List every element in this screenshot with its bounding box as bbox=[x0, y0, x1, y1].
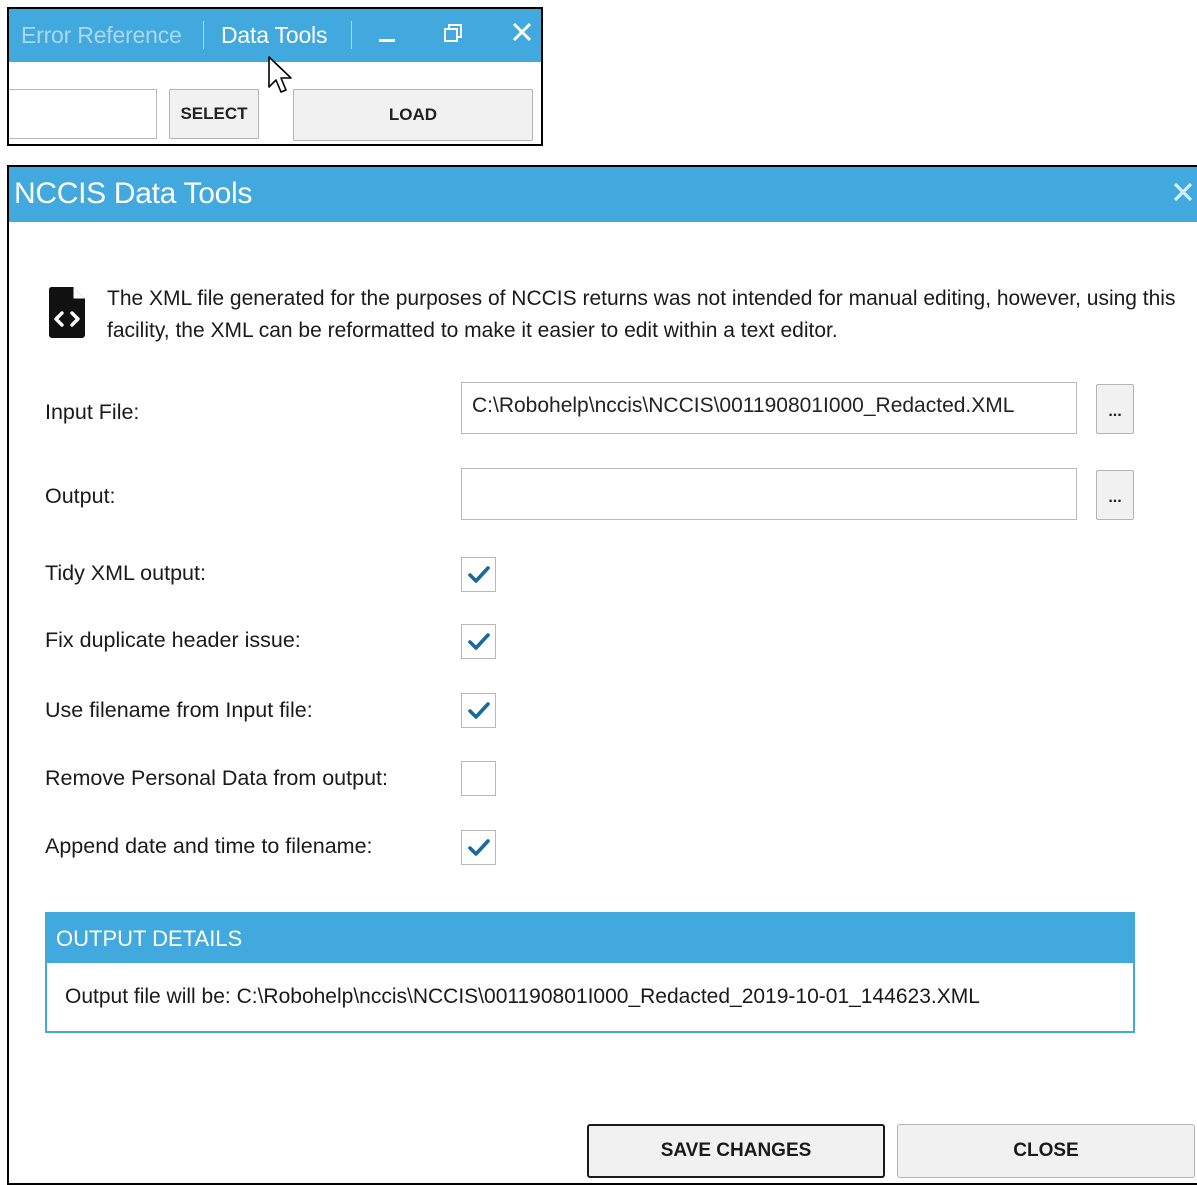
fix-duplicate-header-checkbox[interactable] bbox=[461, 624, 496, 659]
input-file-browse-button[interactable]: ... bbox=[1096, 384, 1134, 434]
dialog-close-icon[interactable] bbox=[1171, 176, 1195, 214]
option-label-fix-duplicate-header: Fix duplicate header issue: bbox=[45, 628, 301, 652]
checkmark-icon bbox=[467, 701, 490, 719]
option-label-use-input-filename: Use filename from Input file: bbox=[45, 698, 313, 722]
data-tools-window-snippet: Error Reference Data Tools SELECT LOAD bbox=[7, 7, 543, 146]
tab-separator bbox=[203, 21, 204, 49]
select-button[interactable]: SELECT bbox=[169, 89, 259, 139]
xml-file-icon bbox=[48, 287, 85, 338]
output-browse-button[interactable]: ... bbox=[1096, 470, 1134, 520]
tidy-xml-checkbox[interactable] bbox=[461, 557, 496, 592]
checkmark-icon bbox=[467, 632, 490, 650]
remove-personal-data-checkbox[interactable] bbox=[461, 761, 496, 796]
load-button[interactable]: LOAD bbox=[293, 89, 533, 141]
input-file-field[interactable]: C:\Robohelp\nccis\NCCIS\001190801I000_Re… bbox=[461, 382, 1077, 434]
use-input-filename-checkbox[interactable] bbox=[461, 693, 496, 728]
nccis-data-tools-dialog: NCCIS Data Tools The XML file generated … bbox=[7, 165, 1197, 1185]
tab-error-reference[interactable]: Error Reference bbox=[21, 22, 182, 49]
checkmark-icon bbox=[467, 565, 490, 583]
tab-separator bbox=[351, 21, 352, 49]
close-icon[interactable] bbox=[511, 21, 533, 49]
save-changes-button[interactable]: SAVE CHANGES bbox=[587, 1124, 885, 1178]
output-field[interactable] bbox=[461, 468, 1077, 520]
output-file-path: C:\Robohelp\nccis\NCCIS\001190801I000_Re… bbox=[236, 985, 980, 1008]
info-description: The XML file generated for the purposes … bbox=[107, 287, 1176, 342]
output-label: Output: bbox=[45, 484, 116, 508]
restore-icon[interactable] bbox=[443, 23, 465, 51]
input-file-label: Input File: bbox=[45, 400, 140, 424]
tab-data-tools[interactable]: Data Tools bbox=[221, 22, 327, 49]
minimize-icon[interactable] bbox=[377, 17, 399, 53]
file-path-input[interactable] bbox=[9, 89, 157, 139]
output-file-preview: Output file will be: C:\Robohelp\nccis\N… bbox=[65, 985, 980, 1009]
dialog-title: NCCIS Data Tools bbox=[14, 177, 253, 210]
option-label-append-date-time: Append date and time to filename: bbox=[45, 834, 373, 858]
output-details-panel: OUTPUT DETAILS Output file will be: C:\R… bbox=[45, 912, 1135, 1033]
append-date-time-checkbox[interactable] bbox=[461, 830, 496, 865]
output-details-header: OUTPUT DETAILS bbox=[47, 914, 1133, 963]
checkmark-icon bbox=[467, 838, 490, 856]
output-file-prefix: Output file will be: bbox=[65, 985, 231, 1008]
mouse-cursor-icon bbox=[268, 56, 292, 93]
option-label-remove-personal-data: Remove Personal Data from output: bbox=[45, 766, 388, 790]
close-button[interactable]: CLOSE bbox=[897, 1124, 1195, 1178]
dialog-titlebar: NCCIS Data Tools bbox=[9, 167, 1197, 222]
option-label-tidy-xml: Tidy XML output: bbox=[45, 561, 206, 585]
